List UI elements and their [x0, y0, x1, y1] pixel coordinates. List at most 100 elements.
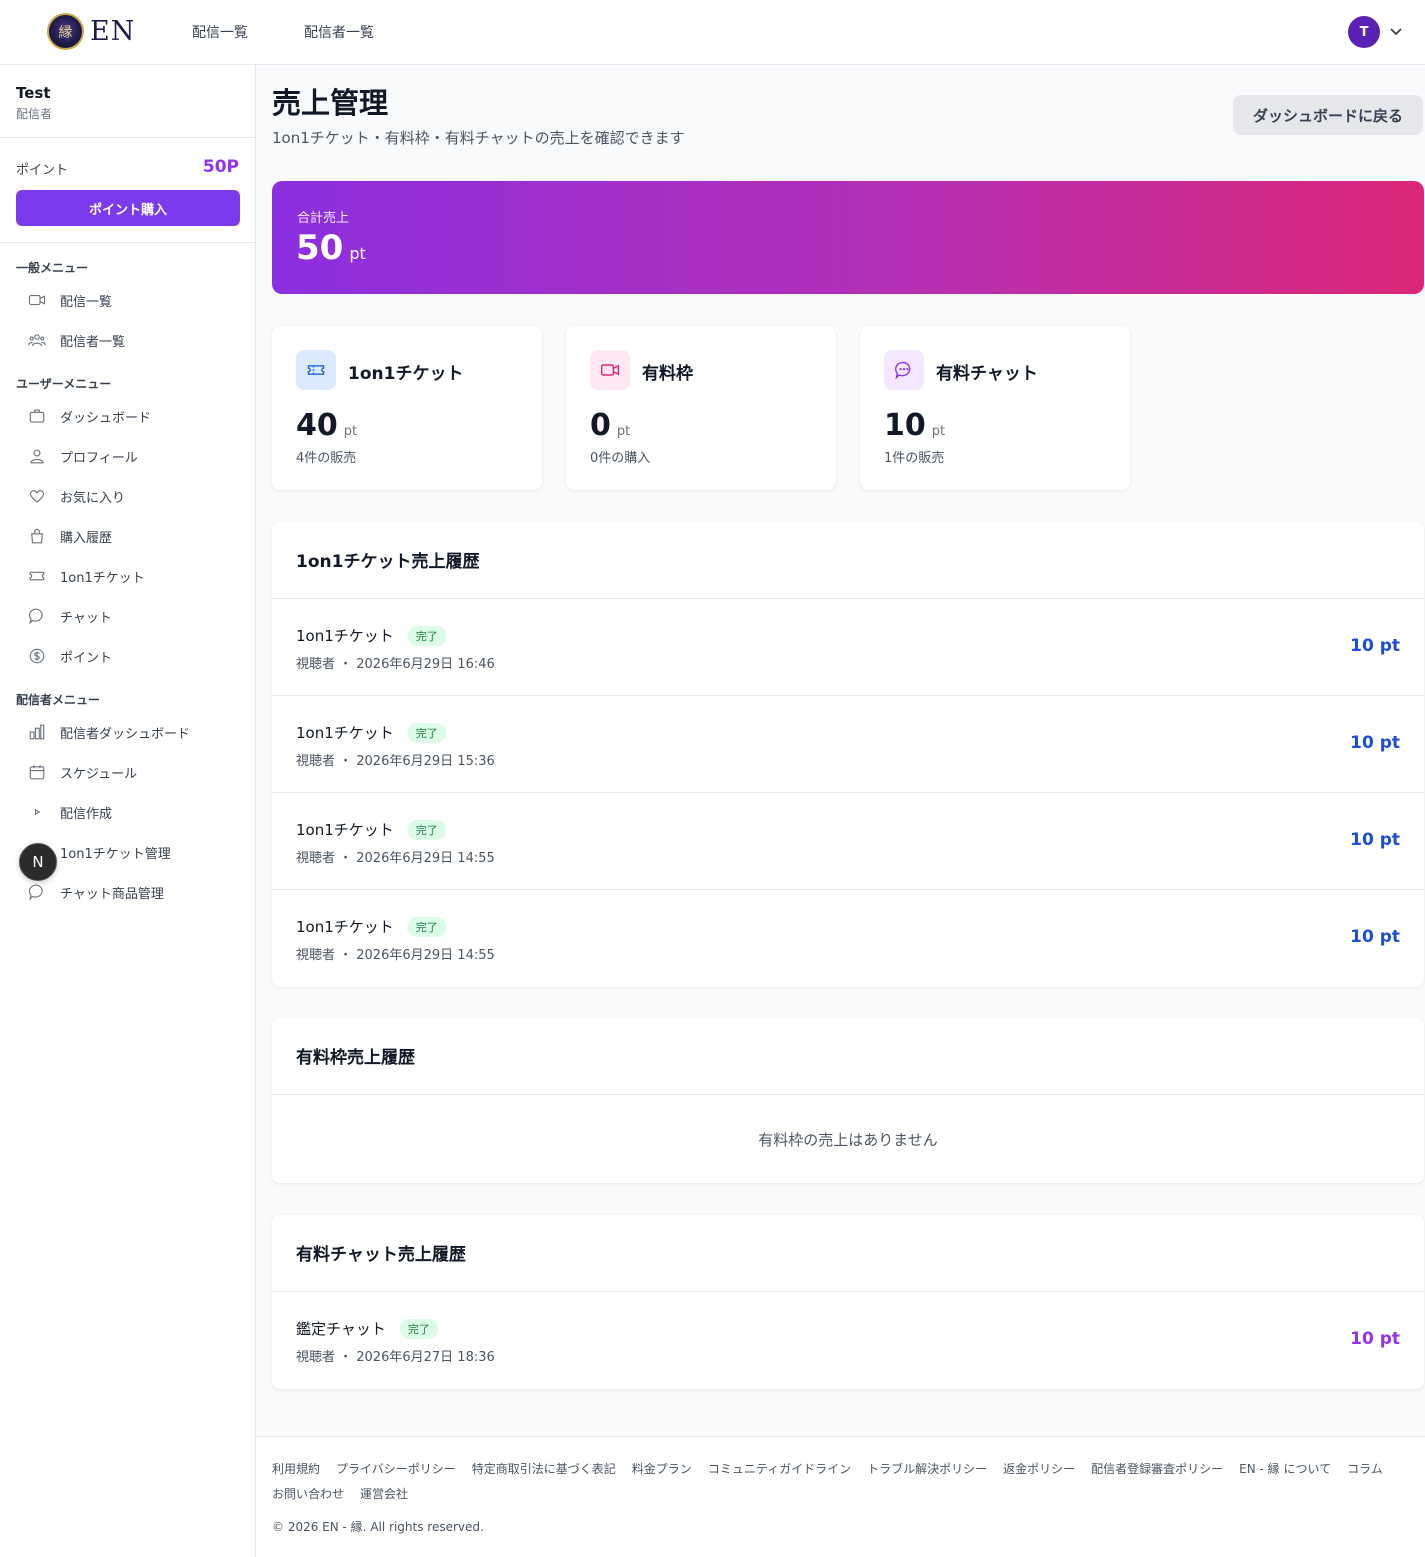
sidebar-user-name: Test [16, 84, 51, 102]
footer: 利用規約 プライバシーポリシー 特定商取引法に基づく表記 料金プラン コミュニテ… [256, 1436, 1425, 1557]
sidebar-item-label: チャット商品管理 [60, 886, 164, 902]
divider [0, 137, 256, 138]
user-icon [30, 449, 44, 464]
logo[interactable]: 縁 EN [47, 13, 135, 50]
row-name-text: 1on1チケット [296, 627, 394, 645]
sidebar-item-tickets[interactable]: 1on1チケット [28, 565, 145, 587]
bar-chart-icon [29, 724, 45, 740]
sidebar-item-streamer-dashboard[interactable]: 配信者ダッシュボード [28, 721, 190, 743]
sidebar-item-purchase-history[interactable]: 購入履歴 [28, 525, 112, 547]
stat-subtext: 0件の購入 [590, 451, 651, 466]
row-meta: 視聴者 ・ 2026年6月27日 18:36 [296, 1350, 495, 1365]
sidebar-item-favorites[interactable]: お気に入り [28, 485, 125, 507]
stat-number: 40 [296, 408, 338, 443]
chevron-down-icon[interactable] [1389, 24, 1403, 38]
sidebar-item-label: 配信者一覧 [60, 334, 126, 350]
footer-link-privacy[interactable]: プライバシーポリシー [336, 1460, 456, 1477]
chat-icon [894, 361, 911, 380]
stat-card-ticket: 1on1チケット 40 pt 4件の販売 [272, 326, 542, 490]
chat-icon [28, 608, 43, 625]
stat-unit: pt [616, 424, 631, 439]
sidebar-item-create-stream[interactable]: 配信作成 [28, 801, 112, 823]
row-name-text: 1on1チケット [296, 918, 394, 936]
sidebar-item-chat[interactable]: チャット [28, 605, 112, 627]
row-meta: 視聴者 ・ 2026年6月29日 16:46 [296, 657, 495, 672]
row-name-text: 1on1チケット [296, 724, 394, 742]
row-amount: 10 pt [1350, 636, 1400, 656]
footer-link-trouble-policy[interactable]: トラブル解決ポリシー [867, 1460, 987, 1477]
stat-icon-box [590, 350, 630, 390]
stat-subtext: 1件の販売 [884, 451, 945, 466]
sidebar-item-dashboard[interactable]: ダッシュボード [28, 405, 151, 427]
status-badge: 完了 [399, 1318, 438, 1339]
back-to-dashboard-button[interactable]: ダッシュボードに戻る [1233, 95, 1423, 135]
ticket-icon [307, 365, 325, 375]
total-sales-number: 50 [296, 228, 344, 268]
row-name-text: 鑑定チャット [296, 1320, 386, 1338]
total-sales-label: 合計売上 [297, 211, 350, 226]
row-meta: 視聴者 ・ 2026年6月29日 15:36 [296, 754, 495, 769]
empty-state: 有料枠の売上はありません [758, 1130, 938, 1149]
stat-unit: pt [343, 424, 358, 439]
nav-streamers[interactable]: 配信者一覧 [304, 22, 374, 42]
stat-number: 10 [884, 408, 926, 443]
status-badge: 完了 [407, 722, 446, 743]
sidebar-item-profile[interactable]: プロフィール [28, 445, 138, 467]
sidebar-item-label: スケジュール [60, 766, 138, 782]
sidebar-item-chat-products[interactable]: チャット商品管理 [28, 881, 164, 903]
footer-link-contact[interactable]: お問い合わせ [272, 1485, 344, 1502]
panel-title: 有料枠売上履歴 [272, 1018, 1424, 1095]
section-title-general: 一般メニュー [16, 261, 89, 275]
stat-title: 有料枠 [642, 364, 693, 384]
video-icon [600, 364, 620, 376]
logo-emblem: 縁 [47, 13, 84, 50]
stat-value: 10 pt [884, 408, 945, 443]
stat-icon-box [296, 350, 336, 390]
ticket-sales-history: 1on1チケット売上履歴 1on1チケット 完了 視聴者 ・ 2026年6月29日… [272, 522, 1424, 987]
status-badge: 完了 [407, 625, 446, 646]
footer-link-about[interactable]: EN - 縁 について [1239, 1460, 1331, 1477]
top-header: 縁 EN 配信一覧 配信者一覧 T [0, 0, 1425, 65]
sidebar-item-label: 配信者ダッシュボード [60, 726, 191, 742]
sidebar-item-label: お気に入り [60, 490, 126, 506]
nav-streams[interactable]: 配信一覧 [192, 22, 248, 42]
footer-link-pricing[interactable]: 料金プラン [632, 1460, 692, 1477]
users-icon [28, 334, 46, 347]
row-meta: 視聴者 ・ 2026年6月29日 14:55 [296, 948, 495, 963]
buy-points-button[interactable]: ポイント購入 [16, 190, 240, 226]
footer-links: 利用規約 プライバシーポリシー 特定商取引法に基づく表記 料金プラン コミュニテ… [272, 1460, 1402, 1502]
row-meta: 視聴者 ・ 2026年6月29日 14:55 [296, 851, 495, 866]
list-item: 1on1チケット 完了 視聴者 ・ 2026年6月29日 14:55 10 pt [272, 890, 1424, 987]
footer-link-streamer-review-policy[interactable]: 配信者登録審査ポリシー [1091, 1460, 1223, 1477]
row-amount: 10 pt [1350, 830, 1400, 850]
footer-link-terms[interactable]: 利用規約 [272, 1460, 320, 1477]
sidebar-item-points[interactable]: ポイント [28, 645, 112, 667]
stat-card-paid-chat: 有料チャット 10 pt 1件の販売 [860, 326, 1130, 490]
sidebar-item-label: プロフィール [60, 450, 138, 466]
footer-link-community-guidelines[interactable]: コミュニティガイドライン [708, 1460, 851, 1477]
paid-slot-sales-history: 有料枠売上履歴 有料枠の売上はありません [272, 1018, 1424, 1183]
total-sales-value: 50 pt [296, 228, 366, 268]
footer-link-commerce-law[interactable]: 特定商取引法に基づく表記 [472, 1460, 616, 1477]
stat-title: 1on1チケット [348, 364, 464, 384]
floating-n-badge[interactable]: N [19, 843, 57, 881]
stat-title: 有料チャット [936, 364, 1038, 384]
dollar-icon [29, 648, 45, 664]
footer-link-column[interactable]: コラム [1347, 1460, 1383, 1477]
footer-link-refund-policy[interactable]: 返金ポリシー [1003, 1460, 1075, 1477]
sidebar-item-streams[interactable]: 配信一覧 [28, 289, 112, 311]
sidebar-item-schedule[interactable]: スケジュール [28, 761, 137, 783]
sidebar-item-streamers[interactable]: 配信者一覧 [28, 329, 125, 351]
chat-icon [28, 884, 43, 901]
row-name: 鑑定チャット 完了 [296, 1318, 438, 1339]
stat-subtext: 4件の販売 [296, 451, 357, 466]
footer-link-company[interactable]: 運営会社 [360, 1485, 408, 1502]
panel-title: 有料チャット売上履歴 [272, 1215, 1424, 1292]
calendar-icon [29, 765, 45, 780]
briefcase-icon [29, 409, 45, 423]
sidebar-item-label: 配信作成 [60, 806, 113, 822]
user-avatar[interactable]: T [1348, 16, 1380, 48]
row-name: 1on1チケット 完了 [296, 722, 446, 743]
sidebar-user-role: 配信者 [16, 107, 53, 121]
heart-icon [29, 490, 45, 503]
